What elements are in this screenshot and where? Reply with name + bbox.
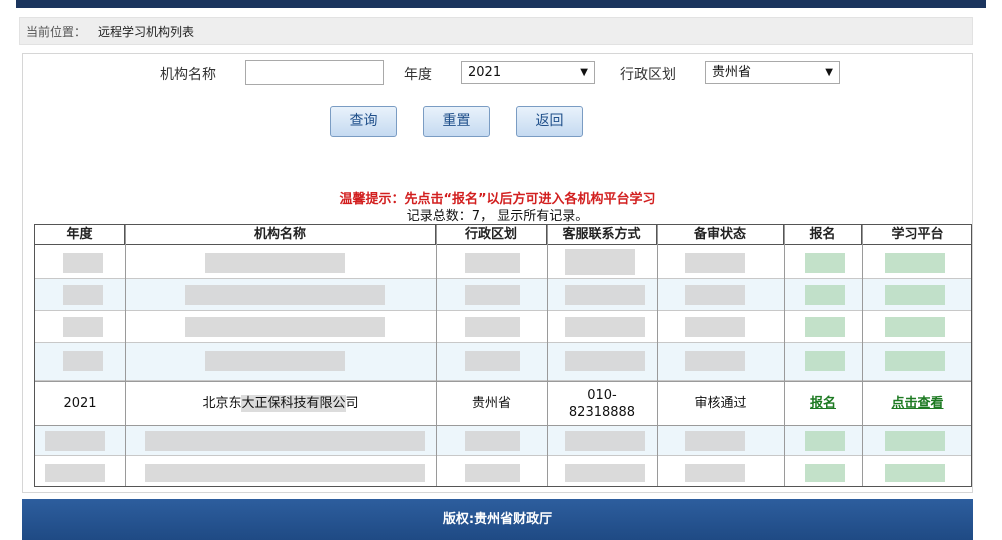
dropdown-arrow-icon: ▼ [580,67,588,78]
column-header-platform: 学习平台 [891,227,944,242]
obscured-cell [63,351,103,371]
region-select-value: 贵州省 [712,65,752,80]
table-row: 2021 北京东 大正保科技有限公司 贵州省 010- 82318888 审核通过… [35,381,971,426]
column-header-year: 年度 [35,225,125,244]
obscured-cell [805,253,845,273]
obscured-cell [63,317,103,337]
org-table: 年度 机构名称 行政区划 客服联系方式 备审状态 报名 学习平台 2021 北京… [34,224,972,487]
obscured-cell [465,464,520,482]
table-row [35,245,971,279]
obscured-cell [565,351,645,371]
table-row [35,456,971,486]
obscured-cell [45,431,105,451]
obscured-cell [565,464,645,482]
obscured-cell [805,317,845,337]
cell-year: 2021 [63,396,97,411]
obscured-cell [885,351,945,371]
table-header: 年度 机构名称 行政区划 客服联系方式 备审状态 报名 学习平台 [35,225,971,245]
obscured-cell [465,253,520,273]
cell-org-name: 北京东 大正保科技有限公司 [125,382,436,425]
obscured-cell [185,285,385,305]
enroll-link[interactable]: 报名 [784,382,862,425]
obscured-cell [145,431,425,451]
obscured-cell [465,285,520,305]
cell-status: 审核通过 [694,396,747,411]
obscured-cell [205,351,345,371]
dropdown-arrow-icon: ▼ [825,67,833,78]
obscured-cell [63,285,103,305]
obscured-cell [565,317,645,337]
cell-region: 贵州省 [471,396,511,411]
obscured-cell [185,317,385,337]
obscured-cell [465,317,520,337]
cell-contact: 010- 82318888 [547,382,657,425]
obscured-cell [45,464,105,482]
search-panel: 机构名称 年度 2021 ▼ 行政区划 贵州省 ▼ 查询 重置 返回 温馨提示：… [22,53,973,493]
query-button[interactable]: 查询 [330,106,397,137]
obscured-cell [565,249,635,275]
footer-copyright: 版权:贵州省财政厅 [22,499,973,540]
obscured-cell [885,431,945,451]
obscured-cell [805,464,845,482]
column-header-enroll: 报名 [784,225,862,244]
column-divider [862,225,863,486]
table-row [35,426,971,456]
breadcrumb-current: 远程学习机构列表 [98,24,195,39]
breadcrumb-prefix: 当前位置： [26,24,87,39]
obscured-cell [685,464,745,482]
record-count: 记录总数：7， 显示所有记录。 [406,209,589,224]
back-button[interactable]: 返回 [516,106,583,137]
region-label: 行政区划 [620,67,676,83]
obscured-cell [885,253,945,273]
region-select[interactable]: 贵州省 ▼ [705,61,840,84]
org-name-suffix: 司 [345,396,359,411]
org-name-label: 机构名称 [160,67,216,83]
contact-line-2: 82318888 [568,404,636,420]
column-header-region: 行政区划 [436,225,547,244]
obscured-cell [805,431,845,451]
search-form: 机构名称 年度 2021 ▼ 行政区划 贵州省 ▼ [23,59,972,85]
obscured-cell [565,431,645,451]
obscured-cell [805,285,845,305]
platform-link[interactable]: 点击查看 [862,382,971,425]
obscured-cell [465,431,520,451]
year-label: 年度 [404,67,432,83]
column-divider [547,225,548,486]
column-header-org-name: 机构名称 [125,225,436,244]
obscured-cell [205,253,345,273]
obscured-cell [63,253,103,273]
year-select[interactable]: 2021 ▼ [461,61,595,84]
obscured-cell [145,464,425,482]
obscured-cell [465,351,520,371]
obscured-cell [565,285,645,305]
obscured-cell [685,317,745,337]
obscured-cell [885,317,945,337]
obscured-cell [685,431,745,451]
obscured-cell [805,351,845,371]
org-name-input[interactable] [245,60,384,85]
obscured-cell [685,285,745,305]
obscured-cell [885,464,945,482]
top-banner-bar [16,0,986,8]
column-divider [125,225,126,486]
reset-button[interactable]: 重置 [423,106,490,137]
table-row [35,343,971,381]
contact-line-1: 010- [587,387,617,403]
column-divider [657,225,658,486]
column-divider [436,225,437,486]
column-header-status: 备审状态 [657,225,784,244]
column-header-contact: 客服联系方式 [547,225,657,244]
breadcrumb: 当前位置： 远程学习机构列表 [19,17,973,45]
obscured-cell [685,351,745,371]
org-name-prefix: 北京东 [202,396,242,411]
column-divider [784,225,785,486]
year-select-value: 2021 [468,65,502,80]
obscured-cell [685,253,745,273]
obscured-cell [885,285,945,305]
table-row [35,279,971,311]
table-row [35,311,971,343]
org-name-highlight: 大正保科技有限公 [241,395,346,412]
